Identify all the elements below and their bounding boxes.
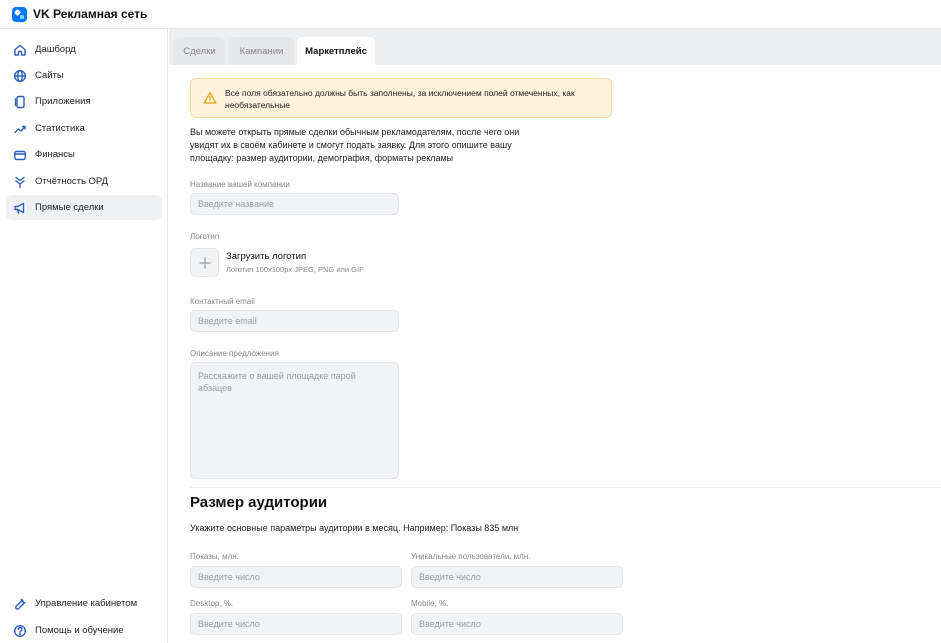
sidebar-item-label: Приложения <box>35 96 91 107</box>
warning-icon <box>203 91 217 105</box>
offer-description-textarea[interactable] <box>190 362 399 479</box>
sidebar-item-direct-deals[interactable]: Прямые сделки <box>6 195 162 220</box>
help-icon <box>13 624 27 638</box>
unique-users-label: Уникальные пользователи, млн. <box>411 552 531 561</box>
section-divider <box>190 487 941 488</box>
company-name-input[interactable] <box>190 193 399 215</box>
top-bar: VK Рекламная сеть <box>0 0 941 29</box>
plus-icon <box>199 257 210 268</box>
sidebar: Дашборд Сайты Приложения Статистика Фина… <box>0 29 168 643</box>
main-content: Сделки Кампании Маркетплейс Все поля обя… <box>169 29 941 643</box>
sidebar-item-finance[interactable]: Финансы <box>6 142 162 167</box>
tab-marketplace[interactable]: Маркетплейс <box>297 37 375 65</box>
sidebar-item-label: Дашборд <box>35 44 76 55</box>
sidebar-item-label: Прямые сделки <box>35 202 104 213</box>
sidebar-item-sites[interactable]: Сайты <box>6 63 162 88</box>
app-title[interactable]: VK Рекламная сеть <box>33 7 147 21</box>
logo-label: Логотип <box>190 232 220 241</box>
company-name-label: Название вашей компании <box>190 180 290 189</box>
contact-email-input[interactable] <box>190 310 399 332</box>
vk-ads-logo-icon[interactable] <box>12 6 27 22</box>
mobile-share-label: Mobile, %. <box>411 599 449 608</box>
sidebar-item-label: Сайты <box>35 70 64 81</box>
sidebar-item-dashboard[interactable]: Дашборд <box>6 37 162 62</box>
megaphone-icon <box>13 201 27 215</box>
chart-icon <box>13 122 27 136</box>
upload-logo-hint: Логотип 100х100px JPEG, PNG или GIF <box>226 265 364 274</box>
apps-icon <box>13 95 27 109</box>
sidebar-item-label: Помощь и обучение <box>35 625 124 636</box>
sidebar-item-statistics[interactable]: Статистика <box>6 116 162 141</box>
contact-email-label: Контактный email <box>190 297 255 306</box>
sidebar-item-label: Статистика <box>35 123 85 134</box>
notice-text: Все поля обязательно должны быть заполне… <box>225 88 575 110</box>
audience-section-title: Размер аудитории <box>190 494 328 511</box>
desktop-share-label: Desktop, %. <box>190 599 234 608</box>
unique-users-input[interactable] <box>411 566 623 588</box>
sidebar-item-account-management[interactable]: Управление кабинетом <box>6 591 162 616</box>
wallet-icon <box>13 148 27 162</box>
sidebar-item-help[interactable]: Помощь и обучение <box>6 618 162 643</box>
globe-icon <box>13 69 27 83</box>
home-icon <box>13 43 27 57</box>
sidebar-item-apps[interactable]: Приложения <box>6 89 162 114</box>
sidebar-item-label: Отчётность ОРД <box>35 176 109 187</box>
intro-text: Вы можете открыть прямые сделки обычным … <box>190 127 520 163</box>
audience-section-description: Укажите основные параметры аудитории в м… <box>190 523 519 533</box>
tab-campaigns[interactable]: Кампании <box>229 37 294 65</box>
tab-bar: Сделки Кампании Маркетплейс <box>169 29 941 65</box>
tab-deals[interactable]: Сделки <box>174 37 225 65</box>
wrench-icon <box>13 597 27 611</box>
upload-logo-title[interactable]: Загрузить логотип <box>226 251 306 262</box>
desktop-share-input[interactable] <box>190 613 402 635</box>
report-icon <box>13 175 27 189</box>
impressions-input[interactable] <box>190 566 402 588</box>
sidebar-item-ord-reports[interactable]: Отчётность ОРД <box>6 169 162 194</box>
sidebar-item-label: Управление кабинетом <box>35 598 138 609</box>
required-fields-notice: Все поля обязательно должны быть заполне… <box>190 78 612 118</box>
impressions-label: Показы, млн. <box>190 552 239 561</box>
mobile-share-input[interactable] <box>411 613 623 635</box>
offer-description-label: Описание предложения <box>190 349 279 358</box>
upload-logo-button[interactable] <box>190 248 219 277</box>
sidebar-item-label: Финансы <box>35 149 75 160</box>
